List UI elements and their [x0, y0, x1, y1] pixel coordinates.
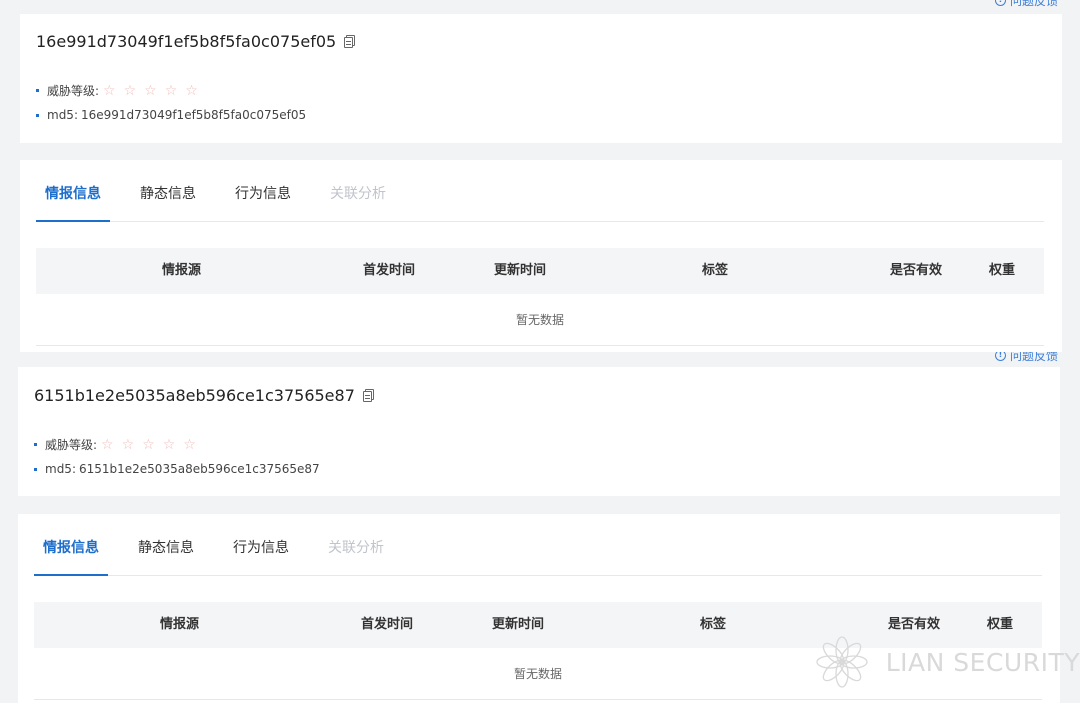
- tab-correlation: 关联分析: [328, 540, 384, 556]
- summary-card: 6151b1e2e5035a8eb596ce1c37565e87 威胁等级: ☆…: [18, 367, 1060, 496]
- tab-intelligence[interactable]: 情报信息: [34, 521, 108, 576]
- info-icon: !: [994, 352, 1006, 361]
- hash-title-text: 6151b1e2e5035a8eb596ce1c37565e87: [34, 386, 355, 405]
- col-valid: 是否有效: [890, 263, 943, 278]
- star-empty-icon: ☆: [103, 82, 116, 99]
- feedback-link[interactable]: ! 问题反馈: [994, 352, 1058, 364]
- hash-title: 6151b1e2e5035a8eb596ce1c37565e87: [34, 386, 374, 405]
- col-first-seen: 首发时间: [363, 263, 416, 278]
- star-empty-icon: ☆: [185, 82, 198, 99]
- feedback-label: 问题反馈: [1009, 0, 1058, 8]
- tab-static[interactable]: 静态信息: [129, 521, 203, 575]
- star-empty-icon: ☆: [164, 82, 178, 99]
- threat-level-label: 威胁等级:: [47, 84, 100, 98]
- col-source: 情报源: [162, 263, 202, 278]
- tab-bar: 情报信息 静态信息 行为信息 关联分析: [34, 521, 1042, 576]
- md5-label: md5:: [47, 108, 78, 122]
- md5-value: 6151b1e2e5035a8eb596ce1c37565e87: [78, 462, 320, 476]
- tab-behavior[interactable]: 行为信息: [224, 521, 298, 575]
- star-empty-icon: ☆: [142, 436, 155, 453]
- hash-title: 16e991d73049f1ef5b8f5fa0c075ef05: [36, 32, 356, 51]
- empty-state: 暂无数据: [36, 294, 1044, 346]
- star-empty-icon: ☆: [101, 436, 114, 453]
- copy-icon[interactable]: [362, 389, 374, 402]
- tab-intelligence[interactable]: 情报信息: [36, 167, 110, 222]
- table-header: 情报源 首发时间 更新时间 标签 是否有效 权重: [36, 248, 1044, 294]
- bullet-icon: [34, 467, 37, 471]
- bullet-icon: [36, 113, 39, 117]
- watermark-text: LIAN SECURITY: [885, 647, 1080, 677]
- tab-bar: 情报信息 静态信息 行为信息 关联分析: [36, 167, 1044, 222]
- tab-behavior[interactable]: 行为信息: [226, 167, 300, 221]
- md5-row: md5: 6151b1e2e5035a8eb596ce1c37565e87: [34, 462, 320, 476]
- col-updated: 更新时间: [494, 263, 547, 278]
- copy-icon[interactable]: [344, 35, 356, 48]
- bullet-icon: [36, 89, 39, 92]
- col-first-seen: 首发时间: [361, 617, 414, 632]
- lotus-logo-icon: [816, 636, 868, 688]
- col-tags: 标签: [702, 263, 729, 278]
- info-icon: !: [994, 0, 1006, 6]
- star-empty-icon: ☆: [123, 82, 137, 99]
- tab-static[interactable]: 静态信息: [131, 167, 205, 221]
- md5-value: 16e991d73049f1ef5b8f5fa0c075ef05: [80, 108, 307, 122]
- col-weight: 权重: [989, 263, 1016, 278]
- col-updated: 更新时间: [492, 617, 545, 632]
- details-card: 情报信息 静态信息 行为信息 关联分析 情报源 首发时间 更新时间 标签 是否有…: [20, 160, 1062, 352]
- star-empty-icon: ☆: [162, 436, 176, 453]
- tab-correlation: 关联分析: [330, 186, 386, 202]
- threat-level-stars: ☆ ☆ ☆ ☆ ☆: [103, 83, 198, 99]
- hash-title-text: 16e991d73049f1ef5b8f5fa0c075ef05: [36, 32, 337, 51]
- feedback-link[interactable]: ! 问题反馈: [994, 0, 1058, 9]
- col-tags: 标签: [700, 617, 727, 632]
- threat-level-label: 威胁等级:: [45, 438, 98, 452]
- threat-level-stars: ☆ ☆ ☆ ☆ ☆: [101, 437, 196, 453]
- bullet-icon: [34, 443, 37, 446]
- star-empty-icon: ☆: [144, 82, 157, 99]
- star-empty-icon: ☆: [121, 436, 135, 453]
- summary-card: 16e991d73049f1ef5b8f5fa0c075ef05 威胁等级: ☆…: [20, 14, 1062, 143]
- threat-level-row: 威胁等级: ☆ ☆ ☆ ☆ ☆: [36, 82, 198, 99]
- feedback-label: 问题反馈: [1009, 352, 1058, 363]
- watermark: LIAN SECURITY: [812, 632, 1080, 692]
- report-panel-1: ! 问题反馈 16e991d73049f1ef5b8f5fa0c075ef05 …: [0, 0, 1080, 352]
- col-source: 情报源: [160, 617, 200, 632]
- md5-row: md5: 16e991d73049f1ef5b8f5fa0c075ef05: [36, 108, 306, 122]
- star-empty-icon: ☆: [183, 436, 196, 453]
- threat-level-row: 威胁等级: ☆ ☆ ☆ ☆ ☆: [34, 436, 196, 453]
- md5-label: md5:: [45, 462, 76, 476]
